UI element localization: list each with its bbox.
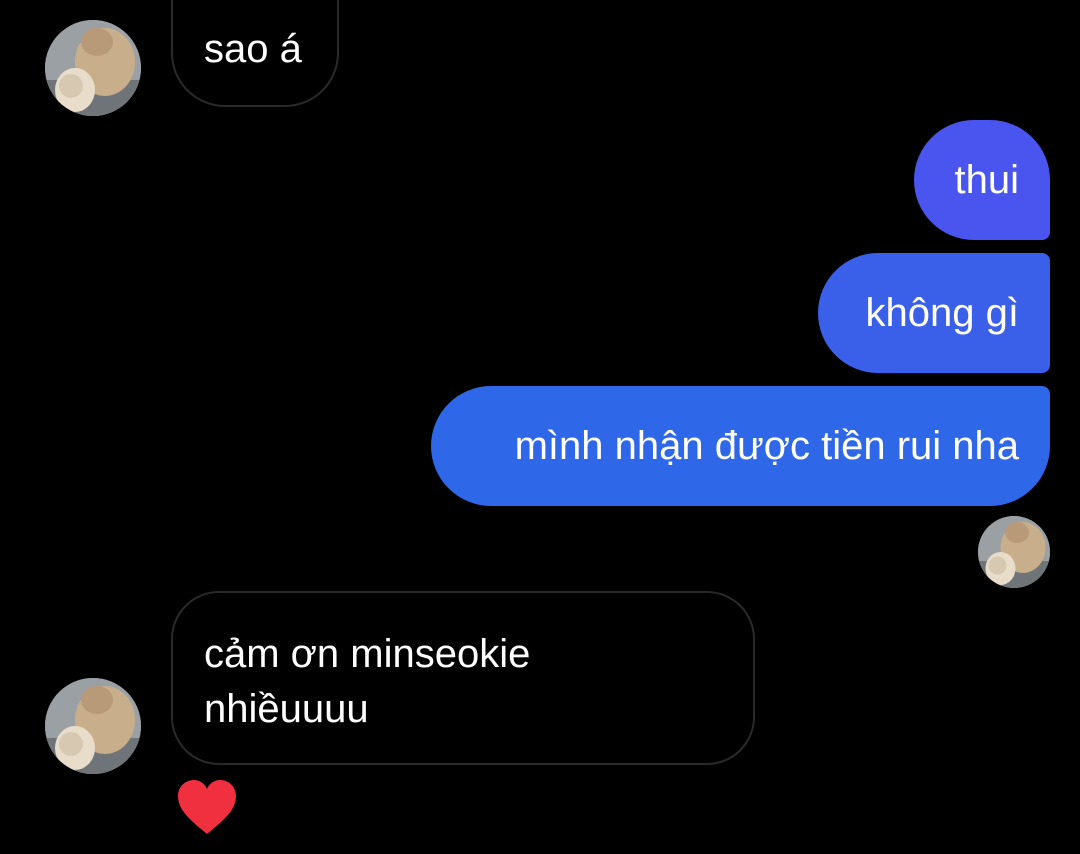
seen-receipt-avatar bbox=[978, 516, 1050, 588]
message-bubble-outgoing[interactable]: thui bbox=[914, 120, 1050, 240]
contact-avatar[interactable] bbox=[45, 678, 141, 774]
avatar-photo-icon bbox=[45, 20, 141, 116]
message-bubble-outgoing[interactable]: không gì bbox=[818, 253, 1050, 373]
heart-icon bbox=[178, 780, 236, 834]
message-text: không gì bbox=[865, 291, 1019, 335]
message-text: thui bbox=[954, 158, 1020, 202]
avatar-photo-icon bbox=[45, 678, 141, 774]
message-text: cảm ơn minseokie nhiềuuuu bbox=[204, 632, 531, 731]
message-bubble-incoming[interactable]: cảm ơn minseokie nhiềuuuu bbox=[171, 591, 755, 765]
reaction-heart[interactable] bbox=[176, 778, 238, 838]
message-bubble-outgoing[interactable]: mình nhận được tiền rui nha bbox=[431, 386, 1050, 506]
message-text: sao á bbox=[204, 27, 302, 71]
message-text: mình nhận được tiền rui nha bbox=[514, 424, 1019, 468]
contact-avatar[interactable] bbox=[45, 20, 141, 116]
avatar-photo-icon bbox=[978, 516, 1050, 588]
chat-thread: sao á thui không gì mình nhận được tiền … bbox=[0, 0, 1080, 854]
message-bubble-incoming[interactable]: sao á bbox=[171, 0, 339, 107]
